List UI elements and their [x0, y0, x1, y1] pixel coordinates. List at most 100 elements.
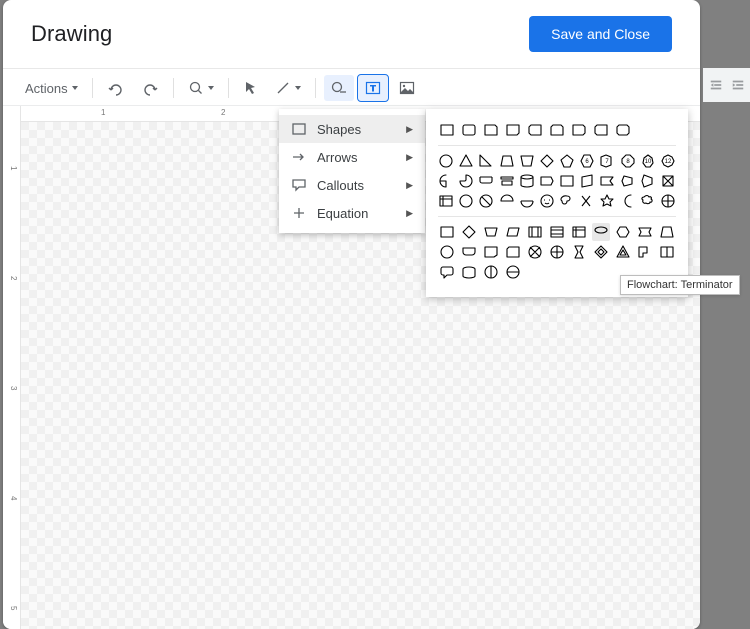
shape-option[interactable] — [570, 243, 588, 261]
shape-option[interactable] — [482, 263, 500, 281]
shape-option[interactable] — [592, 243, 610, 261]
ruler-tick: 5 — [9, 606, 18, 610]
shape-option[interactable] — [482, 223, 500, 241]
shape-option[interactable] — [438, 152, 454, 170]
save-and-close-button[interactable]: Save and Close — [529, 16, 672, 52]
textbox-tool[interactable] — [358, 75, 388, 101]
indent-icon — [731, 78, 745, 92]
shape-option[interactable] — [504, 243, 522, 261]
shape-option[interactable] — [660, 172, 676, 190]
shape-option[interactable] — [458, 192, 474, 210]
menu-item-shapes[interactable]: Shapes▶ — [279, 115, 425, 143]
shape-option[interactable]: 6 — [579, 152, 595, 170]
undo-button[interactable] — [101, 75, 131, 101]
shape-option[interactable] — [458, 172, 474, 190]
background-toolbar — [703, 68, 750, 102]
actions-label: Actions — [25, 81, 68, 96]
shape-option[interactable]: 8 — [620, 152, 636, 170]
shape-option[interactable] — [438, 223, 456, 241]
shape-option[interactable] — [570, 223, 588, 241]
divider — [438, 145, 676, 146]
shape-option[interactable] — [640, 172, 656, 190]
shape-option[interactable] — [539, 152, 555, 170]
shape-option[interactable]: 10 — [640, 152, 656, 170]
shape-option[interactable] — [548, 223, 566, 241]
shape-option[interactable] — [526, 243, 544, 261]
menu-item-arrows[interactable]: Arrows▶ — [279, 143, 425, 171]
shape-option[interactable] — [548, 243, 566, 261]
page-title: Drawing — [31, 21, 112, 47]
shape-option[interactable] — [526, 121, 544, 139]
menu-item-label: Equation — [317, 206, 368, 221]
menu-item-callouts[interactable]: Callouts▶ — [279, 171, 425, 199]
menu-item-equation[interactable]: Equation▶ — [279, 199, 425, 227]
shape-option[interactable] — [592, 121, 610, 139]
shape-option[interactable] — [504, 223, 522, 241]
toolbar-separator — [173, 78, 174, 98]
shape-option[interactable] — [460, 263, 478, 281]
zoom-button[interactable] — [182, 76, 220, 100]
shape-option[interactable] — [640, 192, 656, 210]
shape-option[interactable] — [504, 263, 522, 281]
shape-option[interactable] — [620, 172, 636, 190]
shape-option[interactable] — [658, 243, 676, 261]
shape-option[interactable] — [519, 152, 535, 170]
shape-option[interactable] — [504, 121, 522, 139]
shape-option[interactable] — [478, 192, 494, 210]
shape-option[interactable] — [438, 263, 456, 281]
shape-option[interactable] — [438, 172, 454, 190]
shape-option[interactable] — [482, 243, 500, 261]
image-tool[interactable] — [392, 75, 422, 101]
shape-option[interactable] — [559, 192, 575, 210]
modal-header: Drawing Save and Close — [3, 0, 700, 69]
select-tool[interactable] — [237, 76, 265, 100]
shape-option[interactable] — [438, 192, 454, 210]
shape-option[interactable] — [559, 172, 575, 190]
shape-option[interactable] — [519, 192, 535, 210]
shape-option[interactable] — [482, 121, 500, 139]
shape-option[interactable] — [460, 121, 478, 139]
toolbar-separator — [315, 78, 316, 98]
shape-tool[interactable] — [324, 75, 354, 101]
shape-option[interactable] — [438, 243, 456, 261]
shape-option[interactable] — [599, 172, 615, 190]
actions-menu-button[interactable]: Actions — [19, 76, 84, 100]
shape-option[interactable] — [438, 121, 456, 139]
shape-option[interactable] — [499, 192, 515, 210]
toolbar-separator — [92, 78, 93, 98]
shape-option[interactable] — [526, 223, 544, 241]
shape-option[interactable]: 12 — [660, 152, 676, 170]
flowchart-terminator[interactable] — [592, 223, 610, 241]
shape-option[interactable] — [499, 172, 515, 190]
line-tool[interactable] — [269, 76, 307, 100]
shape-option[interactable] — [658, 223, 676, 241]
shape-option[interactable] — [636, 243, 654, 261]
shape-option[interactable] — [478, 172, 494, 190]
shape-option[interactable] — [620, 192, 636, 210]
shape-option[interactable] — [519, 172, 535, 190]
shape-option[interactable] — [614, 121, 632, 139]
caret-down-icon — [208, 86, 214, 90]
shape-option[interactable] — [460, 243, 478, 261]
shape-option[interactable] — [614, 223, 632, 241]
shape-option[interactable] — [660, 192, 676, 210]
shape-option[interactable] — [548, 121, 566, 139]
redo-button[interactable] — [135, 75, 165, 101]
shape-option[interactable] — [614, 243, 632, 261]
shape-option[interactable] — [478, 152, 494, 170]
shape-option[interactable]: 7 — [599, 152, 615, 170]
shape-option[interactable] — [579, 172, 595, 190]
shape-option[interactable] — [570, 121, 588, 139]
shape-option[interactable] — [458, 152, 474, 170]
ruler-tick: 1 — [101, 108, 105, 117]
shape-option[interactable] — [499, 152, 515, 170]
shape-option[interactable] — [539, 172, 555, 190]
shape-option[interactable] — [539, 192, 555, 210]
shape-option[interactable] — [559, 152, 575, 170]
shape-option[interactable] — [599, 192, 615, 210]
shape-option[interactable] — [579, 192, 595, 210]
svg-text:8: 8 — [626, 159, 630, 165]
shape-option[interactable] — [636, 223, 654, 241]
drawing-modal: Drawing Save and Close Actions — [3, 0, 700, 629]
shape-option[interactable] — [460, 223, 478, 241]
